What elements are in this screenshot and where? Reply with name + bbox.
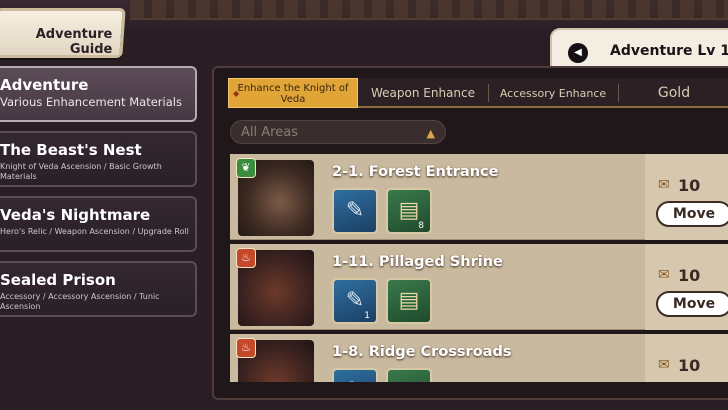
tab-label: Weapon Enhance [370, 86, 475, 100]
category-tabs: ◆ Enhance the Knight of Veda Weapon Enha… [228, 78, 728, 108]
sidebar-item-adventure[interactable]: Adventure Various Enhancement Materials [0, 66, 197, 122]
area-filter-value: All Areas [241, 125, 298, 140]
ticket-icon: ✉ [658, 357, 670, 373]
green-book-icon[interactable]: ▤ [386, 278, 432, 324]
tab-label: Accessory Enhance [499, 87, 607, 100]
stamina-cost: ✉ 10 [658, 356, 701, 375]
area-filter-dropdown[interactable]: All Areas ▲ [230, 120, 446, 144]
sidebar-item-title: Sealed Prison [0, 271, 116, 289]
stage-name: 1-8. Ridge Crossroads [332, 344, 512, 360]
back-arrow-icon[interactable]: ◀ [568, 43, 588, 63]
stage-row: ♨ 1-11. Pillaged Shrine ✎ 1 ▤ ✉ 10 Move [230, 244, 728, 330]
stage-row: ❦ 2-1. Forest Entrance ✎ ▤ 8 ✉ 10 Move [230, 154, 728, 240]
stage-row: ♨ 1-8. Ridge Crossroads ✎ ▤ ✉10 [230, 334, 728, 382]
sidebar-item-subtitle: Accessory / Accessory Ascension / Tunic … [0, 292, 160, 311]
move-button[interactable]: Move [656, 201, 728, 227]
dropdown-arrow-icon: ▲ [426, 127, 435, 140]
tab-divider [618, 84, 619, 102]
tab-gold[interactable]: Gold [620, 78, 728, 108]
blue-scroll-icon[interactable]: ✎ [332, 188, 378, 234]
nature-element-icon: ❦ [236, 158, 256, 178]
stamina-cost: ✉ 10 [658, 266, 701, 285]
tab-divider [488, 84, 489, 102]
ticket-icon: ✉ [658, 177, 670, 193]
sidebar: Adventure Various Enhancement Materials … [0, 66, 197, 326]
star-icon: ◆ [233, 89, 240, 98]
stage-name: 1-11. Pillaged Shrine [332, 254, 503, 270]
sidebar-item-subtitle: Knight of Veda Ascension / Basic Growth … [0, 162, 162, 181]
sidebar-item-subtitle: Various Enhancement Materials [0, 95, 182, 109]
stage-list: ❦ 2-1. Forest Entrance ✎ ▤ 8 ✉ 10 Move ♨ 1… [230, 154, 728, 382]
stage-action-area [645, 154, 728, 240]
fire-element-icon: ♨ [236, 248, 256, 268]
tab-label: Gold [657, 85, 691, 101]
sidebar-item-title: Veda's Nightmare [0, 206, 151, 224]
tab-enhance-knight[interactable]: ◆ Enhance the Knight of Veda [228, 78, 358, 108]
adventure-level-label: Adventure Lv 1 [610, 43, 728, 59]
tab-weapon-enhance[interactable]: Weapon Enhance [360, 78, 486, 108]
stamina-cost: ✉ 10 [658, 176, 701, 195]
sidebar-item-sealed-prison[interactable]: Sealed Prison Accessory / Accessory Asce… [0, 261, 197, 317]
ticket-icon: ✉ [658, 267, 670, 283]
stage-action-area [645, 244, 728, 330]
sidebar-item-title: The Beast's Nest [0, 141, 142, 159]
blue-scroll-icon[interactable]: ✎ 1 [332, 278, 378, 324]
sidebar-item-vedas-nightmare[interactable]: Veda's Nightmare Hero's Relic / Weapon A… [0, 196, 197, 252]
green-book-icon[interactable]: ▤ 8 [386, 188, 432, 234]
fire-element-icon: ♨ [236, 338, 256, 358]
sidebar-item-title: Adventure [0, 76, 89, 94]
tab-accessory-enhance[interactable]: Accessory Enhance [490, 78, 616, 108]
guide-title: Adventure Guide [35, 27, 113, 57]
sidebar-item-subtitle: Hero's Relic / Weapon Ascension / Upgrad… [0, 227, 189, 236]
tab-label: Enhance the Knight of Veda [237, 83, 349, 105]
sidebar-item-beasts-nest[interactable]: The Beast's Nest Knight of Veda Ascensio… [0, 131, 197, 187]
blue-scroll-icon[interactable]: ✎ [332, 368, 378, 382]
move-button[interactable]: Move [656, 291, 728, 317]
stage-name: 2-1. Forest Entrance [332, 164, 499, 180]
adventure-guide-header: Adventure Guide [0, 8, 126, 58]
adventure-level-box: ◀ Adventure Lv 1 [550, 28, 728, 70]
green-book-icon[interactable]: ▤ [386, 368, 432, 382]
